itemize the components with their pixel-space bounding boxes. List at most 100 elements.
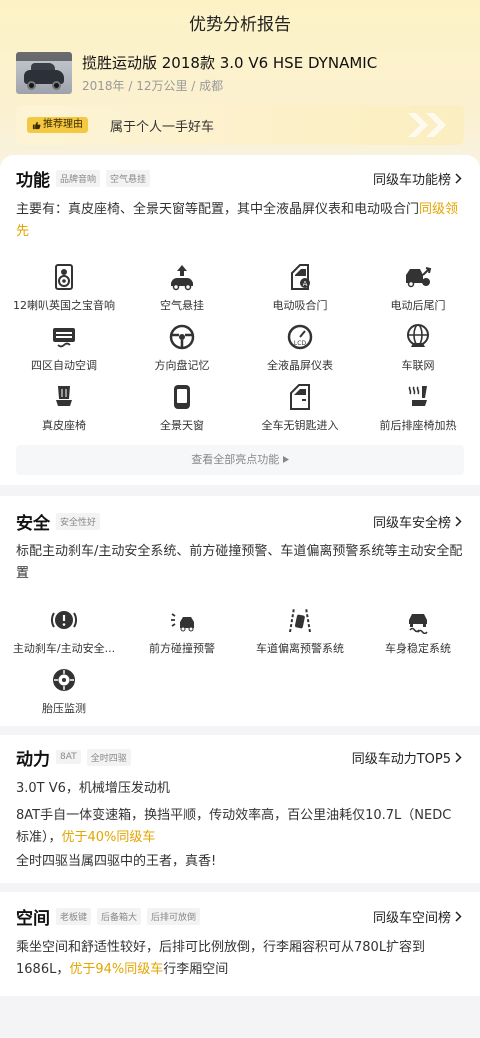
feature-label: 方向盘记忆 [154,359,210,372]
function-title: 功能 [16,170,50,191]
feature-label: 空气悬挂 [160,299,204,312]
power-tag: 全时四驱 [86,748,131,766]
feature-item[interactable]: 电动后尾门 [358,263,478,313]
panoramic-roof-icon [174,385,190,409]
power-card: 动力 8AT 全时四驱 同级车动力TOP5 3.0T V6，机械增压发动机 8A… [0,735,480,883]
safety-card: 安全 安全性好 同级车安全榜 标配主动刹车/主动安全系统、前方碰撞预警、车道偏离… [0,496,480,726]
seat-heating-icon [408,386,427,406]
function-card: 功能 品牌音响 空气悬挂 同级车功能榜 主要有：真皮座椅、全景天窗等配置，其中全… [0,155,480,485]
feature-label: 四区自动空调 [31,359,97,372]
feature-label: 胎压监测 [42,702,86,715]
power-drive-text: 全时四驱当属四驱中的王者，真香! [16,854,217,869]
feature-label: 电动吸合门 [272,299,328,312]
chevron-right-icon [455,752,462,763]
caret-right-icon [282,456,289,463]
feature-item[interactable]: LCD 全液晶屏仪表 [240,323,360,373]
feature-label: 车道偏离预警系统 [256,642,344,655]
lane-departure-icon [289,607,311,633]
feature-item[interactable]: 车联网 [358,323,478,373]
space-desc: 乘坐空间和舒适性较好，后排可比例放倒，行李厢容积可从780L扩容到1686L，优… [16,937,464,981]
climate-control-icon [53,328,75,348]
safety-desc: 标配主动刹车/主动安全系统、前方碰撞预警、车道偏离预警系统等主动安全配置 [16,544,463,581]
power-title: 动力 [16,749,50,770]
power-engine-text: 3.0T V6，机械增压发动机 [16,781,170,796]
function-rank-label: 同级车功能榜 [372,173,451,188]
feature-label: 全车无钥匙进入 [261,419,339,432]
recommend-tag: 推荐理由 [27,117,88,133]
recommend-reason: 推荐理由 属于个人一手好车 [16,105,464,145]
power-tailgate-icon [406,267,432,288]
feature-item[interactable]: 胎压监测 [4,666,124,716]
lcd-gauge-icon: LCD [287,324,313,350]
feature-item[interactable]: 空气悬挂 [122,263,242,313]
space-tag: 老板键 [56,907,92,925]
space-desc-highlight: 优于94%同级车 [69,962,164,977]
leather-seat-icon [56,386,72,406]
tire-pressure-icon [53,669,75,691]
safety-title: 安全 [16,513,50,534]
connected-car-icon [407,324,429,347]
safety-rank-label: 同级车安全榜 [372,516,451,531]
chevron-right-icon [455,911,462,922]
function-rank-link[interactable]: 同级车功能榜 [373,169,462,188]
feature-item[interactable]: A 电动吸合门 [240,263,360,313]
power-gearbox-text: 8AT手自一体变速箱，换挡平顺，传动效率高，百公里油耗仅10.7L（NEDC标准… [16,805,464,849]
power-gearbox-highlight: 优于40%同级车 [61,830,156,845]
feature-label: 车身稳定系统 [385,642,451,655]
power-rank-label: 同级车动力TOP5 [351,752,451,767]
safety-rank-link[interactable]: 同级车安全榜 [373,512,462,531]
feature-label: 主动刹车/主动安全... [12,642,116,655]
feature-label: 全液晶屏仪表 [267,359,333,372]
view-all-features-label: 查看全部亮点功能 [191,453,280,466]
collision-warning-icon [171,613,194,632]
feature-item[interactable]: 12喇叭英国之宝音响 [4,263,124,313]
keyless-entry-icon [290,384,310,410]
feature-item[interactable]: 主动刹车/主动安全... [4,606,124,656]
feature-label: 前后排座椅加热 [379,419,457,432]
car-meta: 2018年 / 12万公里 / 成都 [82,79,224,93]
steering-wheel-icon [169,324,195,350]
car-name: 揽胜运动版 2018款 3.0 V6 HSE DYNAMIC [82,54,378,72]
svg-text:LCD: LCD [294,340,307,347]
feature-item[interactable]: 方向盘记忆 [122,323,242,373]
feature-item[interactable]: 真皮座椅 [4,383,124,433]
feature-item[interactable]: 车身稳定系统 [358,606,478,656]
recommend-tag-label: 推荐理由 [43,119,83,130]
feature-item[interactable]: 前后排座椅加热 [358,383,478,433]
space-rank-link[interactable]: 同级车空间榜 [373,907,462,926]
feature-label: 真皮座椅 [42,419,86,432]
space-tag: 后备箱大 [97,907,142,925]
function-desc-text: 主要有：真皮座椅、全景天窗等配置，其中全液晶屏仪表和电动吸合门 [16,202,420,217]
view-all-features-button[interactable]: 查看全部亮点功能 [16,445,464,475]
feature-item[interactable]: 前方碰撞预警 [122,606,242,656]
feature-label: 电动后尾门 [390,299,446,312]
space-title: 空间 [16,908,50,929]
feature-label: 全景天窗 [160,419,204,432]
chevron-right-icon [455,516,462,527]
function-desc: 主要有：真皮座椅、全景天窗等配置，其中全液晶屏仪表和电动吸合门同级领先 [16,199,464,243]
feature-label: 前方碰撞预警 [149,642,215,655]
feature-item[interactable]: 四区自动空调 [4,323,124,373]
feature-item[interactable]: 全景天窗 [122,383,242,433]
recommend-text: 属于个人一手好车 [110,120,215,135]
page-title: 优势分析报告 [189,15,291,35]
speaker-icon [55,264,73,290]
power-tag: 8AT [56,750,81,764]
svg-text:A: A [303,280,308,288]
safety-tag: 安全性好 [56,512,101,530]
auto-brake-icon [51,611,77,629]
car-thumbnail[interactable] [16,52,72,94]
thumb-up-icon [32,121,41,129]
chevron-decoration-icon [408,113,446,137]
function-tag: 空气悬挂 [106,169,151,187]
soft-close-door-icon: A [291,264,310,290]
space-desc-suffix: 行李厢空间 [163,962,229,977]
power-rank-link[interactable]: 同级车动力TOP5 [352,748,462,767]
feature-label: 12喇叭英国之宝音响 [13,299,115,312]
feature-item[interactable]: 车道偏离预警系统 [240,606,360,656]
air-suspension-icon [171,265,193,291]
space-card: 空间 老板键 后备箱大 后排可放倒 同级车空间榜 乘坐空间和舒适性较好，后排可比… [0,892,480,996]
chevron-right-icon [455,173,462,184]
feature-item[interactable]: 全车无钥匙进入 [240,383,360,433]
space-tag: 后排可放倒 [147,907,201,925]
